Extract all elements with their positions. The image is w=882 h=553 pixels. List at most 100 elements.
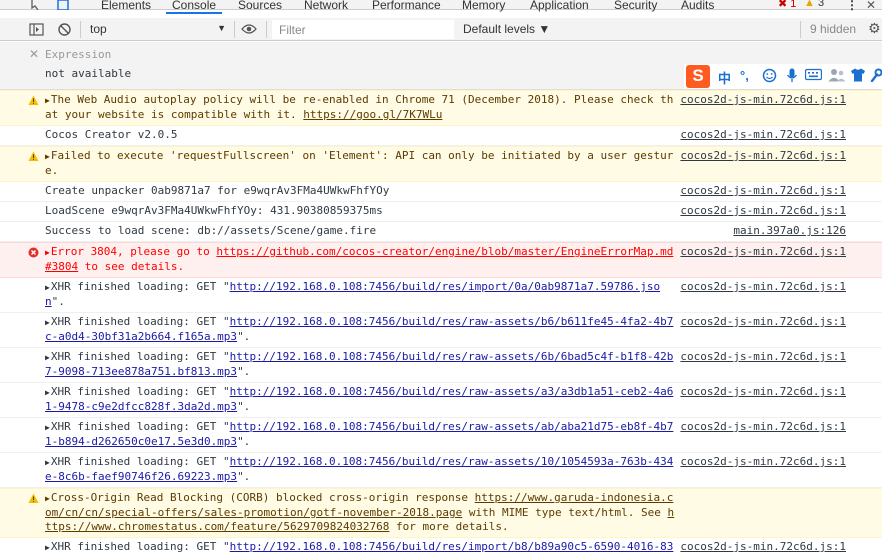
- ime-language-mode[interactable]: 中: [718, 68, 731, 87]
- more-options-icon[interactable]: ⋮: [846, 0, 858, 12]
- ime-punctuation-mode[interactable]: °,: [740, 68, 749, 83]
- devtools-tabbar: Elements Console Sources Network Perform…: [0, 0, 882, 14]
- error-icon: [28, 247, 39, 258]
- source-location-link[interactable]: cocos2d-js-min.72c6d.js:1: [680, 280, 846, 294]
- message-text: ▶XHR finished loading: GET "http://192.1…: [45, 540, 677, 553]
- source-location-link[interactable]: cocos2d-js-min.72c6d.js:1: [680, 204, 846, 218]
- source-location-link[interactable]: cocos2d-js-min.72c6d.js:1: [680, 149, 846, 163]
- tab-application[interactable]: Application: [530, 0, 589, 12]
- source-location-link[interactable]: cocos2d-js-min.72c6d.js:1: [680, 455, 846, 469]
- tab-sources[interactable]: Sources: [238, 0, 282, 12]
- source-location-link[interactable]: cocos2d-js-min.72c6d.js:1: [680, 350, 846, 364]
- expand-triangle-icon[interactable]: ▶: [45, 318, 50, 327]
- source-location-link[interactable]: cocos2d-js-min.72c6d.js:1: [680, 315, 846, 329]
- sidebar-toggle-icon[interactable]: [29, 22, 44, 37]
- message-text-segment: ".: [237, 365, 251, 378]
- toolbar-divider: [800, 21, 801, 38]
- remove-expression-close-icon[interactable]: ✕: [29, 47, 39, 61]
- message-text-segment: with MIME type text/html. See: [462, 506, 668, 519]
- expand-triangle-icon[interactable]: ▶: [45, 96, 50, 105]
- warning-icon: [28, 151, 39, 162]
- log-levels-dropdown[interactable]: Default levels ▼: [463, 22, 550, 36]
- expand-triangle-icon[interactable]: ▶: [45, 152, 50, 161]
- source-location-link[interactable]: cocos2d-js-min.72c6d.js:1: [680, 128, 846, 142]
- user-accounts-icon[interactable]: [828, 68, 846, 85]
- message-text-segment: Cross-Origin Read Blocking (CORB) blocke…: [50, 491, 475, 504]
- message-text-segment: Create unpacker 0ab9871a7 for e9wqrAv3FM…: [45, 184, 390, 197]
- message-text: Create unpacker 0ab9871a7 for e9wqrAv3FM…: [45, 184, 677, 198]
- message-text-segment: XHR finished loading: GET ": [50, 385, 230, 398]
- expression-value: not available: [45, 67, 132, 80]
- hidden-messages-count: 9 hidden: [810, 22, 857, 36]
- console-messages: ▶The Web Audio autoplay policy will be r…: [0, 90, 882, 553]
- console-warning-message: ▶Cross-Origin Read Blocking (CORB) block…: [0, 488, 882, 538]
- emoji-icon[interactable]: [762, 68, 777, 86]
- console-settings-gear-icon[interactable]: ⚙: [868, 21, 881, 37]
- source-location-link[interactable]: cocos2d-js-min.72c6d.js:1: [680, 540, 846, 553]
- message-text: ▶The Web Audio autoplay policy will be r…: [45, 93, 677, 122]
- message-text-segment: XHR finished loading: GET ": [50, 315, 230, 328]
- message-text-segment: to see details.: [78, 260, 185, 273]
- tab-memory[interactable]: Memory: [462, 0, 505, 12]
- context-selector[interactable]: top ▼: [84, 19, 232, 39]
- console-warning-message: ▶Failed to execute 'requestFullscreen' o…: [0, 146, 882, 182]
- keyboard-icon[interactable]: [804, 68, 823, 84]
- toolbar-divider: [266, 21, 267, 38]
- console-log-message: ▶XHR finished loading: GET "http://192.1…: [0, 383, 882, 418]
- expand-triangle-icon[interactable]: ▶: [45, 423, 50, 432]
- expand-triangle-icon[interactable]: ▶: [45, 388, 50, 397]
- message-text-segment: Success to load scene: db://assets/Scene…: [45, 224, 377, 237]
- expression-input[interactable]: Expression: [45, 48, 111, 61]
- tab-console[interactable]: Console: [166, 0, 223, 14]
- expand-triangle-icon[interactable]: ▶: [45, 458, 50, 467]
- message-text-segment: XHR finished loading: GET ": [50, 540, 230, 553]
- source-location-link[interactable]: cocos2d-js-min.72c6d.js:1: [680, 420, 846, 434]
- source-location-link[interactable]: cocos2d-js-min.72c6d.js:1: [680, 385, 846, 399]
- device-toolbar-icon[interactable]: [56, 0, 72, 11]
- clear-console-icon[interactable]: [57, 22, 72, 37]
- inspect-element-icon[interactable]: [30, 0, 46, 11]
- message-text-segment: XHR finished loading: GET ": [50, 280, 230, 293]
- message-text: ▶XHR finished loading: GET "http://192.1…: [45, 385, 677, 414]
- skin-shirt-icon[interactable]: [850, 68, 866, 85]
- source-location-link[interactable]: cocos2d-js-min.72c6d.js:1: [680, 245, 846, 259]
- tab-security[interactable]: Security: [614, 0, 657, 12]
- source-location-link[interactable]: main.397a0.js:126: [733, 224, 846, 238]
- message-text: ▶XHR finished loading: GET "http://192.1…: [45, 315, 677, 344]
- console-log-message: ▶XHR finished loading: GET "http://192.1…: [0, 278, 882, 313]
- warning-icon: [28, 95, 39, 106]
- tab-performance[interactable]: Performance: [372, 0, 441, 12]
- message-text: ▶XHR finished loading: GET "http://192.1…: [45, 280, 677, 309]
- expand-triangle-icon[interactable]: ▶: [45, 543, 50, 552]
- message-text-segment: ".: [237, 400, 251, 413]
- source-location-link[interactable]: cocos2d-js-min.72c6d.js:1: [680, 184, 846, 198]
- message-link[interactable]: https://goo.gl/7K7WLu: [303, 108, 442, 121]
- expand-triangle-icon[interactable]: ▶: [45, 353, 50, 362]
- expand-triangle-icon[interactable]: ▶: [45, 283, 50, 292]
- close-icon[interactable]: ✕: [866, 0, 876, 12]
- message-text-segment: Cocos Creator v2.0.5: [45, 128, 178, 141]
- expand-triangle-icon[interactable]: ▶: [45, 494, 50, 503]
- message-text-segment: LoadScene e9wqrAv3FMa4UWkwFhfYOy: 431.90…: [45, 204, 383, 217]
- message-text-segment: ".: [237, 435, 251, 448]
- sogou-logo-icon[interactable]: S: [686, 65, 710, 88]
- message-text-segment: Failed to execute 'requestFullscreen' on…: [45, 149, 674, 177]
- message-text-segment: ".: [237, 470, 251, 483]
- ime-toolbar: S 中 °,: [684, 64, 882, 89]
- tab-network[interactable]: Network: [304, 0, 348, 12]
- microphone-icon[interactable]: [786, 68, 798, 86]
- filter-input[interactable]: [272, 20, 454, 39]
- live-expression-eye-icon[interactable]: [241, 23, 257, 38]
- tab-elements[interactable]: Elements: [101, 0, 151, 12]
- console-log-message: ▶XHR finished loading: GET "http://192.1…: [0, 538, 882, 553]
- error-count-badge[interactable]: ✖ 1: [778, 0, 796, 10]
- console-log-message: Cocos Creator v2.0.5 cocos2d-js-min.72c6d…: [0, 126, 882, 146]
- source-location-link[interactable]: cocos2d-js-min.72c6d.js:1: [680, 93, 846, 107]
- message-text-segment: ".: [237, 330, 251, 343]
- warning-count-badge[interactable]: ▲ 3: [804, 0, 824, 9]
- message-text: Cocos Creator v2.0.5: [45, 128, 677, 142]
- tools-wrench-icon[interactable]: [870, 68, 882, 85]
- expand-triangle-icon[interactable]: ▶: [45, 248, 50, 257]
- dropdown-arrow-icon: ▼: [217, 23, 226, 33]
- tab-audits[interactable]: Audits: [681, 0, 714, 12]
